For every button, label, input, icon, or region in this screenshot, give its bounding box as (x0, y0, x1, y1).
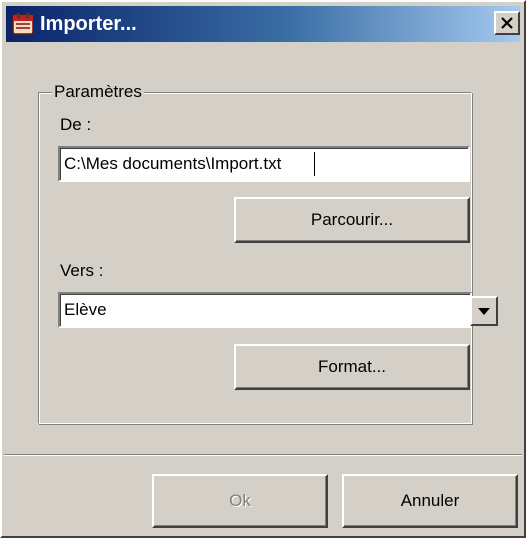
format-button[interactable]: Format... (234, 344, 470, 390)
from-path-value: C:\Mes documents\Import.txt (64, 154, 282, 173)
to-label: Vers : (60, 261, 104, 280)
parameters-legend: Paramètres (52, 82, 144, 102)
browse-button-label: Parcourir... (310, 210, 394, 229)
ok-button[interactable]: Ok (152, 474, 328, 528)
browse-button[interactable]: Parcourir... (234, 197, 470, 243)
close-button[interactable] (494, 11, 520, 35)
to-select[interactable]: Elève (58, 292, 498, 328)
from-label: De : (60, 115, 92, 134)
format-button-label: Format... (317, 357, 386, 376)
cancel-button-label: Annuler (400, 491, 460, 510)
footer-separator (4, 454, 522, 456)
title-bar[interactable]: Importer... (6, 6, 520, 42)
import-dialog: Importer... Paramètres De : C:\Mes docum… (0, 0, 526, 538)
calendar-icon (12, 13, 34, 35)
from-path-input[interactable]: C:\Mes documents\Import.txt (58, 146, 470, 182)
dropdown-button[interactable] (470, 296, 498, 326)
cancel-button[interactable]: Annuler (342, 474, 518, 528)
to-select-value: Elève (64, 300, 107, 319)
text-caret (314, 152, 315, 176)
close-icon (501, 17, 513, 29)
window-title: Importer... (40, 13, 137, 35)
ok-button-label: Ok (229, 491, 251, 510)
chevron-down-icon (478, 308, 490, 315)
